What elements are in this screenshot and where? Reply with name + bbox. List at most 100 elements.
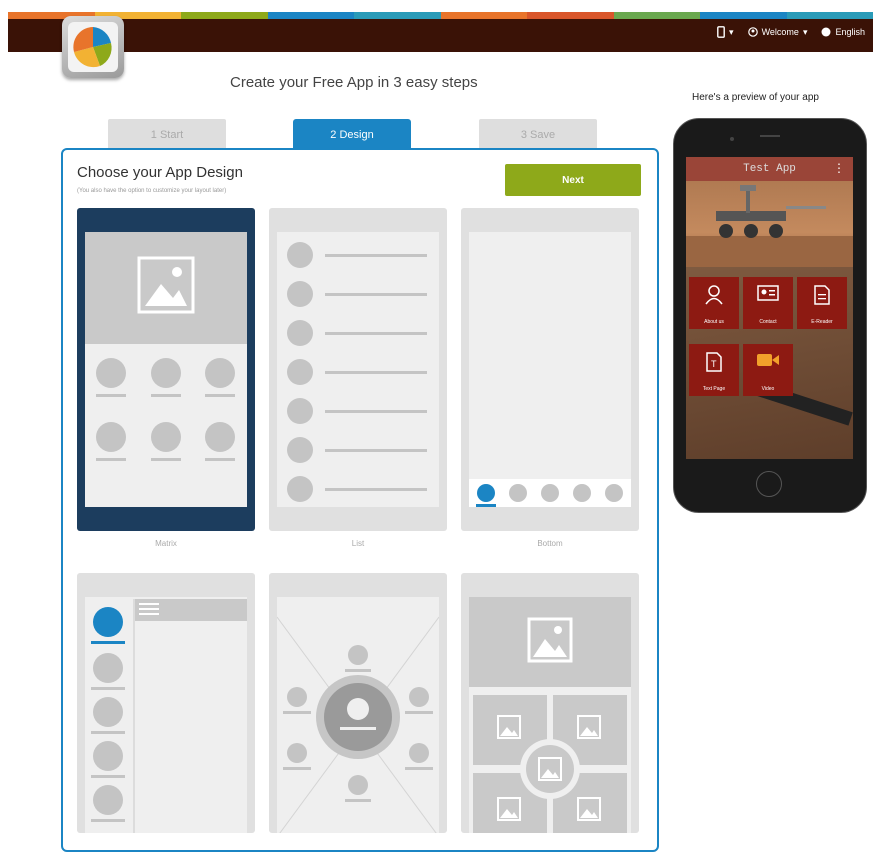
layout-card-side-menu[interactable]	[77, 573, 255, 833]
grid-item-circle	[205, 422, 235, 452]
chevron-down-icon: ▾	[803, 27, 808, 38]
layout-preview	[85, 597, 247, 833]
list-item-circle	[287, 281, 313, 307]
side-menu-line	[91, 775, 125, 778]
image-placeholder-icon	[137, 256, 195, 314]
layout-preview	[469, 232, 631, 507]
side-menu-circle	[93, 653, 123, 683]
layout-caption: List	[269, 539, 447, 548]
list-item-line	[325, 488, 427, 491]
bottom-nav-dot	[573, 484, 591, 502]
side-menu-circle	[93, 785, 123, 815]
image-placeholder-icon	[577, 715, 601, 739]
app-tile-ereader[interactable]: E-Reader	[797, 277, 847, 329]
app-tile-about[interactable]: About us	[689, 277, 739, 329]
grid-item-line	[205, 458, 235, 461]
layout-preview	[469, 597, 631, 833]
layout-card-bottom[interactable]	[461, 208, 639, 531]
side-menu-line	[91, 641, 125, 644]
image-placeholder-icon	[538, 757, 562, 781]
globe-icon	[821, 27, 831, 37]
person-icon	[705, 285, 723, 305]
image-placeholder-icon	[527, 617, 573, 663]
list-item-line	[325, 371, 427, 374]
grid-item-circle	[151, 422, 181, 452]
layout-card-matrix[interactable]	[77, 208, 255, 531]
hamburger-icon	[139, 603, 159, 605]
layout-preview	[85, 232, 247, 507]
list-item-circle	[287, 320, 313, 346]
app-tile-text-page[interactable]: T Text Page	[689, 344, 739, 396]
grid-item-circle	[151, 358, 181, 388]
top-nav: ▾ Welcome ▾ English	[717, 26, 865, 38]
grid-item-line	[151, 394, 181, 397]
layout-caption: Bottom	[461, 539, 639, 548]
page-headline: Create your Free App in 3 easy steps	[230, 74, 478, 91]
tab-start[interactable]: 1 Start	[108, 119, 226, 151]
preview-label: Here's a preview of your app	[692, 92, 819, 103]
bottom-nav-underline	[476, 504, 496, 507]
user-circle-icon	[748, 27, 758, 37]
side-menu-line	[91, 819, 125, 822]
list-item-circle	[287, 398, 313, 424]
next-button[interactable]: Next	[505, 164, 641, 196]
stripe-segment	[700, 12, 787, 19]
stripe-segment	[181, 12, 268, 19]
home-button[interactable]	[756, 471, 782, 497]
layout-caption: Matrix	[77, 539, 255, 548]
bottom-nav-dot	[477, 484, 495, 502]
mobile-menu[interactable]: ▾	[717, 26, 734, 38]
layout-preview	[277, 597, 439, 833]
grid-item-circle	[96, 358, 126, 388]
design-panel: Choose your App Design (You also have th…	[61, 148, 659, 852]
mars-rover-photo	[686, 181, 853, 267]
logo-pie-icon	[62, 16, 124, 78]
more-vertical-icon[interactable]: ⋮	[833, 161, 845, 176]
app-title: Test App	[743, 163, 796, 175]
app-logo[interactable]	[62, 16, 124, 78]
phone-icon	[717, 26, 725, 38]
tab-design[interactable]: 2 Design	[293, 119, 411, 151]
tile-label: About us	[704, 319, 724, 325]
id-card-icon	[757, 285, 779, 301]
document-icon	[814, 285, 830, 305]
layout-card-image-grid[interactable]	[461, 573, 639, 833]
app-tile-video[interactable]: Video	[743, 344, 793, 396]
list-item-line	[325, 449, 427, 452]
welcome-menu[interactable]: Welcome ▾	[748, 27, 808, 38]
language-menu[interactable]: English	[821, 27, 865, 37]
stripe-segment	[527, 12, 614, 19]
phone-camera	[730, 137, 734, 141]
panel-title: Choose your App Design	[77, 164, 243, 181]
app-title-bar: Test App ⋮	[686, 157, 853, 181]
bottom-nav-dot	[605, 484, 623, 502]
tile-label: E-Reader	[811, 319, 832, 325]
welcome-label: Welcome	[762, 27, 799, 37]
layout-card-radial[interactable]	[269, 573, 447, 833]
chevron-down-icon: ▾	[729, 27, 734, 38]
panel-subtitle: (You also have the option to customize y…	[77, 188, 226, 194]
image-placeholder-icon	[497, 797, 521, 821]
radial-layout-icon	[277, 597, 439, 833]
layout-card-list[interactable]	[269, 208, 447, 531]
app-banner-photo	[686, 181, 853, 267]
tile-label: Text Page	[703, 386, 725, 392]
list-item-line	[325, 293, 427, 296]
side-menu-circle	[93, 741, 123, 771]
stripe-segment	[354, 12, 441, 19]
svg-text:T: T	[711, 359, 717, 369]
tile-label: Video	[762, 386, 775, 392]
stripe-segment	[441, 12, 528, 19]
text-page-icon: T	[706, 352, 722, 372]
list-item-line	[325, 410, 427, 413]
app-tile-contact[interactable]: Contact	[743, 277, 793, 329]
grid-item-circle	[96, 422, 126, 452]
list-item-circle	[287, 242, 313, 268]
phone-speaker	[760, 135, 780, 137]
grid-item-line	[96, 458, 126, 461]
image-placeholder-icon	[497, 715, 521, 739]
tab-save[interactable]: 3 Save	[479, 119, 597, 151]
video-camera-icon	[756, 352, 780, 368]
grid-item-line	[96, 394, 126, 397]
side-menu-line	[91, 687, 125, 690]
